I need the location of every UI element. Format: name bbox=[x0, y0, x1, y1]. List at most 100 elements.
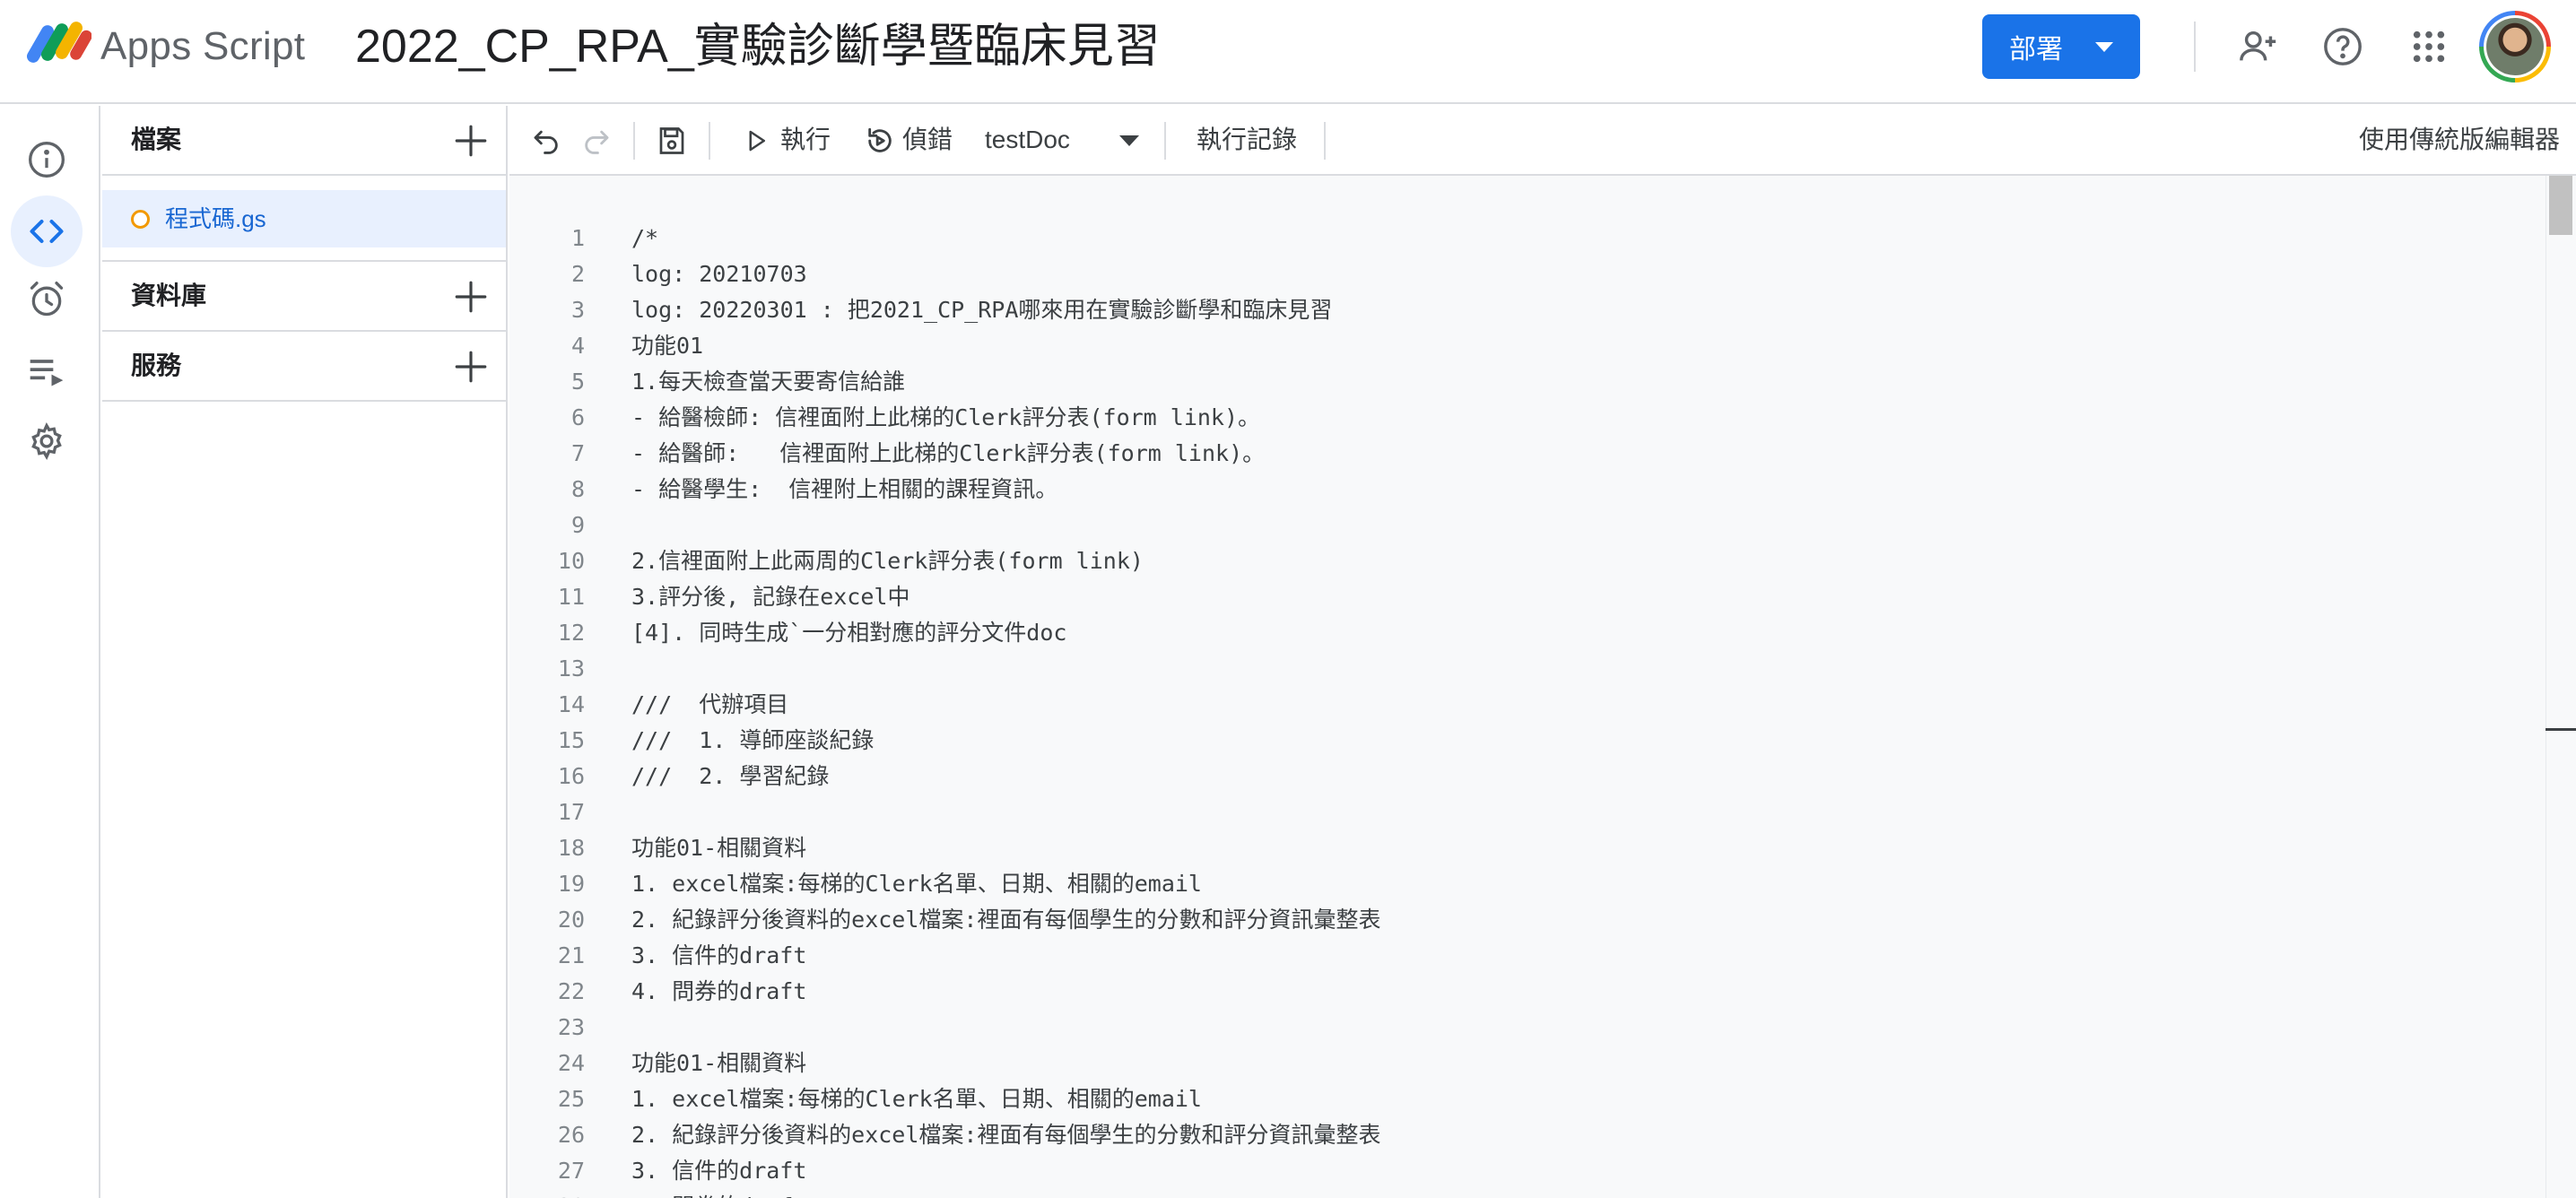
line-text[interactable]: 2.信裡面附上此兩周的Clerk評分表(form link) bbox=[631, 543, 1144, 579]
code-line[interactable]: 17 bbox=[509, 794, 2528, 830]
line-text[interactable]: - 給醫檢師: 信裡面附上此梯的Clerk評分表(form link)。 bbox=[631, 400, 1260, 436]
line-text[interactable]: 3. 信件的draft bbox=[631, 1153, 806, 1189]
line-number: 5 bbox=[570, 369, 585, 395]
legacy-editor-link[interactable]: 使用傳統版編輯器 bbox=[2359, 106, 2560, 174]
toolbar-divider bbox=[709, 122, 710, 160]
line-number: 23 bbox=[557, 1014, 585, 1040]
product-name[interactable]: Apps Script bbox=[100, 20, 305, 74]
toolbar-divider bbox=[633, 122, 635, 160]
code-icon[interactable] bbox=[11, 195, 83, 267]
code-line[interactable]: 28 4. 問券的draft bbox=[509, 1189, 2528, 1198]
code-line[interactable]: 13 bbox=[509, 651, 2528, 687]
info-icon[interactable] bbox=[11, 124, 83, 195]
avatar[interactable] bbox=[2479, 11, 2551, 82]
line-text[interactable]: /* bbox=[631, 221, 658, 256]
deploy-button-label: 部署 bbox=[2009, 35, 2063, 65]
help-icon[interactable] bbox=[2316, 20, 2370, 74]
code-line[interactable]: 16 /// 2. 學習紀錄 bbox=[509, 759, 2528, 794]
line-text[interactable]: 1. excel檔案:每梯的Clerk名單、日期、相關的email bbox=[631, 866, 1202, 902]
line-text[interactable]: log: 20220301 : 把2021_CP_RPA哪來用在實驗診斷學和臨床… bbox=[631, 292, 1332, 328]
line-text[interactable]: 4. 問券的draft bbox=[631, 974, 806, 1010]
code-line[interactable]: 23 bbox=[509, 1010, 2528, 1046]
chevron-down-icon[interactable] bbox=[1119, 135, 1139, 146]
line-text[interactable]: - 給醫師: 信裡面附上此梯的Clerk評分表(form link)。 bbox=[631, 436, 1265, 472]
debug-icon[interactable] bbox=[861, 122, 899, 160]
execution-log-button[interactable]: 執行記錄 bbox=[1197, 106, 1297, 174]
add-person-icon[interactable] bbox=[2232, 20, 2285, 74]
code-line[interactable]: 8 - 給醫學生: 信裡附上相關的課程資訊。 bbox=[509, 472, 2528, 508]
line-text[interactable]: 2. 紀錄評分後資料的excel檔案:裡面有每個學生的分數和評分資訊彙整表 bbox=[631, 1117, 1380, 1153]
code-line[interactable]: 10 2.信裡面附上此兩周的Clerk評分表(form link) bbox=[509, 543, 2528, 579]
line-text[interactable]: 功能01-相關資料 bbox=[631, 1046, 806, 1081]
executions-icon[interactable] bbox=[11, 335, 83, 407]
line-number: 6 bbox=[570, 404, 585, 430]
line-text[interactable]: /// 2. 學習紀錄 bbox=[631, 759, 829, 794]
line-text[interactable]: 3. 信件的draft bbox=[631, 938, 806, 974]
line-text[interactable]: 1. excel檔案:每梯的Clerk名單、日期、相關的email bbox=[631, 1081, 1202, 1117]
line-text[interactable]: /// 1. 導師座談紀錄 bbox=[631, 723, 874, 759]
editor-scrollbar[interactable] bbox=[2546, 176, 2576, 1198]
add-service-button[interactable] bbox=[452, 348, 490, 386]
line-number: 4 bbox=[570, 333, 585, 359]
code-line[interactable]: 4 功能01 bbox=[509, 328, 2528, 364]
code-line[interactable]: 12 [4]. 同時生成`一分相對應的評分文件doc bbox=[509, 615, 2528, 651]
line-text[interactable]: log: 20210703 bbox=[631, 256, 807, 292]
line-text[interactable]: /// 代辦項目 bbox=[631, 687, 788, 723]
line-text[interactable]: - 給醫學生: 信裡附上相關的課程資訊。 bbox=[631, 472, 1057, 508]
code-line[interactable]: 2 log: 20210703 bbox=[509, 256, 2528, 292]
code-line[interactable]: 24 功能01-相關資料 bbox=[509, 1046, 2528, 1081]
code-line[interactable]: 20 2. 紀錄評分後資料的excel檔案:裡面有每個學生的分數和評分資訊彙整表 bbox=[509, 902, 2528, 938]
line-text[interactable]: [4]. 同時生成`一分相對應的評分文件doc bbox=[631, 615, 1066, 651]
code-line[interactable]: 26 2. 紀錄評分後資料的excel檔案:裡面有每個學生的分數和評分資訊彙整表 bbox=[509, 1117, 2528, 1153]
code-line[interactable]: 15 /// 1. 導師座談紀錄 bbox=[509, 723, 2528, 759]
code-line[interactable]: 22 4. 問券的draft bbox=[509, 974, 2528, 1010]
scrollbar-thumb[interactable] bbox=[2549, 176, 2572, 235]
code-line[interactable]: 19 1. excel檔案:每梯的Clerk名單、日期、相關的email bbox=[509, 866, 2528, 902]
line-text[interactable]: 1.每天檢查當天要寄信給誰 bbox=[631, 364, 905, 400]
files-panel: 檔案 程式碼.gs 資料庫 服務 bbox=[102, 106, 508, 1198]
line-number: 3 bbox=[570, 297, 585, 323]
line-text[interactable]: 2. 紀錄評分後資料的excel檔案:裡面有每個學生的分數和評分資訊彙整表 bbox=[631, 902, 1380, 938]
code-editor[interactable]: 1 /* 2 log: 20210703 3 log: 20220301 : 把2021_… bbox=[509, 176, 2576, 1198]
function-select[interactable]: testDoc bbox=[985, 106, 1070, 174]
debug-button[interactable]: 偵錯 bbox=[902, 106, 953, 174]
gear-icon[interactable] bbox=[11, 405, 83, 477]
apps-script-logo[interactable] bbox=[27, 20, 92, 74]
line-text[interactable]: 功能01-相關資料 bbox=[631, 830, 806, 866]
code-line[interactable]: 5 1.每天檢查當天要寄信給誰 bbox=[509, 364, 2528, 400]
editor-toolbar: 執行 偵錯 testDoc 執行記錄 使用傳統版編輯器 bbox=[509, 106, 2576, 176]
code-line[interactable]: 14 /// 代辦項目 bbox=[509, 687, 2528, 723]
run-button[interactable]: 執行 bbox=[780, 106, 831, 174]
line-text[interactable]: 3.評分後, 記錄在excel中 bbox=[631, 579, 909, 615]
apps-grid-icon[interactable] bbox=[2402, 20, 2456, 74]
code-line[interactable]: 11 3.評分後, 記錄在excel中 bbox=[509, 579, 2528, 615]
line-text[interactable]: 4. 問券的draft bbox=[631, 1189, 806, 1198]
code-line[interactable]: 3 log: 20220301 : 把2021_CP_RPA哪來用在實驗診斷學和臨… bbox=[509, 292, 2528, 328]
add-file-button[interactable] bbox=[452, 122, 490, 160]
code-line[interactable]: 27 3. 信件的draft bbox=[509, 1153, 2528, 1189]
line-text[interactable]: 功能01 bbox=[631, 328, 703, 364]
file-item[interactable]: 程式碼.gs bbox=[102, 190, 506, 247]
line-number: 9 bbox=[570, 512, 585, 538]
deploy-button[interactable]: 部署 bbox=[1982, 14, 2140, 79]
code-lines[interactable]: 1 /* 2 log: 20210703 3 log: 20220301 : 把2021_… bbox=[509, 221, 2528, 1198]
save-icon[interactable] bbox=[653, 122, 691, 160]
undo-icon[interactable] bbox=[527, 122, 565, 160]
toolbar-divider bbox=[1164, 122, 1166, 160]
code-line[interactable]: 7 - 給醫師: 信裡面附上此梯的Clerk評分表(form link)。 bbox=[509, 436, 2528, 472]
code-line[interactable]: 1 /* bbox=[509, 221, 2528, 256]
code-line[interactable]: 25 1. excel檔案:每梯的Clerk名單、日期、相關的email bbox=[509, 1081, 2528, 1117]
code-line[interactable]: 9 bbox=[509, 508, 2528, 543]
run-play-icon[interactable] bbox=[737, 122, 775, 160]
line-number: 25 bbox=[557, 1086, 585, 1112]
code-line[interactable]: 6 - 給醫檢師: 信裡面附上此梯的Clerk評分表(form link)。 bbox=[509, 400, 2528, 436]
add-library-button[interactable] bbox=[452, 278, 490, 316]
code-line[interactable]: 21 3. 信件的draft bbox=[509, 938, 2528, 974]
alarm-clock-icon[interactable] bbox=[11, 264, 83, 335]
line-number: 17 bbox=[557, 799, 585, 825]
code-line[interactable]: 18 功能01-相關資料 bbox=[509, 830, 2528, 866]
project-title[interactable]: 2022_CP_RPA_實驗診斷學暨臨床見習 bbox=[355, 14, 1161, 79]
redo-icon[interactable] bbox=[578, 122, 615, 160]
top-header: Apps Script 2022_CP_RPA_實驗診斷學暨臨床見習 部署 bbox=[0, 0, 2576, 104]
line-number: 14 bbox=[557, 691, 585, 717]
